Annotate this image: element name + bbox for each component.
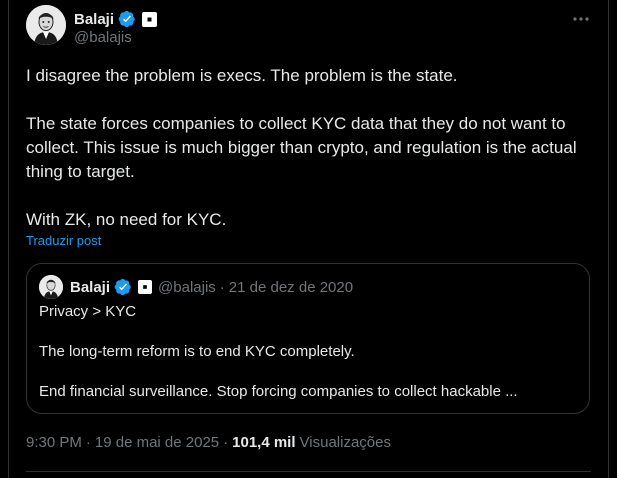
tweet-detail: Balaji @balajis I disagree the problem i… xyxy=(0,0,617,478)
author-name-row: Balaji xyxy=(74,9,158,29)
verified-badge-icon xyxy=(114,278,132,296)
quoted-avatar xyxy=(39,275,63,299)
separator-dot: · xyxy=(219,278,225,296)
quoted-tweet-header: Balaji @balajis · 21 de dez de 2020 xyxy=(39,275,354,299)
quoted-paragraph: End financial surveillance. Stop forcing… xyxy=(39,383,518,400)
views-label: Visualizações xyxy=(299,434,391,451)
separator-dot: · xyxy=(223,434,229,451)
author-name[interactable]: Balaji xyxy=(74,11,114,28)
tweet-header: Balaji @balajis xyxy=(26,5,591,49)
avatar[interactable] xyxy=(26,5,66,45)
affiliate-badge-icon[interactable] xyxy=(142,11,158,27)
tweet-paragraph: I disagree the problem is execs. The pro… xyxy=(26,66,458,85)
divider xyxy=(26,471,591,472)
quoted-author-name: Balaji xyxy=(70,278,111,296)
tweet-paragraph: With ZK, no need for KYC. xyxy=(26,210,227,229)
quoted-paragraph: Privacy > KYC xyxy=(39,303,137,320)
author-handle[interactable]: @balajis xyxy=(74,29,132,46)
quoted-paragraph: The long-term reform is to end KYC compl… xyxy=(39,343,355,360)
post-time[interactable]: 9:30 PM xyxy=(26,434,82,451)
quoted-tweet-card[interactable]: Balaji @balajis · 21 de dez de 2020 Priv… xyxy=(26,263,590,414)
tweet-paragraph: The state forces companies to collect KY… xyxy=(26,114,577,181)
post-date[interactable]: 19 de mai de 2025 xyxy=(95,434,219,451)
more-options-icon[interactable] xyxy=(571,9,591,29)
views-count[interactable]: 101,4 mil xyxy=(232,434,295,451)
quoted-tweet-text: Privacy > KYC The long-term reform is to… xyxy=(39,302,579,402)
quoted-date: 21 de dez de 2020 xyxy=(228,278,354,296)
translate-post-link[interactable]: Traduzir post xyxy=(26,233,101,248)
affiliate-badge-icon xyxy=(138,280,153,294)
tweet-text: I disagree the problem is execs. The pro… xyxy=(26,64,596,232)
column-border-left xyxy=(8,0,9,478)
tweet-meta: 9:30 PM · 19 de mai de 2025 · 101,4 mil V… xyxy=(26,434,391,451)
column-border-right xyxy=(608,0,609,478)
separator-dot: · xyxy=(85,434,91,451)
quoted-author-handle: @balajis xyxy=(158,278,216,296)
verified-badge-icon[interactable] xyxy=(118,10,136,28)
